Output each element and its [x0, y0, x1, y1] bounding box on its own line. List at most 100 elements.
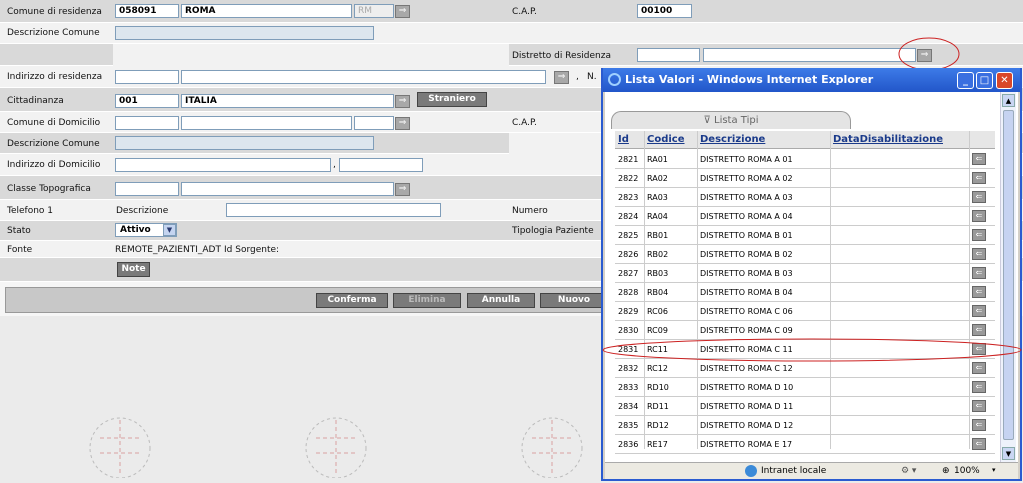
comma-sep: ,: [576, 72, 579, 82]
select-row-button[interactable]: ⇐: [972, 210, 986, 222]
cap-field[interactable]: 00100: [637, 4, 692, 18]
select-row-button[interactable]: ⇐: [972, 419, 986, 431]
citt-name-field[interactable]: ITALIA: [181, 94, 394, 108]
table-row[interactable]: 2824 RA04 DISTRETTO ROMA A 04 ⇐: [615, 207, 995, 226]
table-row[interactable]: 2836 RE17 DISTRETTO ROMA E 17 ⇐: [615, 435, 995, 454]
zoom-icon[interactable]: ⊕: [942, 466, 950, 476]
comma-sep-2: ,: [333, 160, 336, 170]
globe-icon: [745, 465, 757, 477]
note-button[interactable]: Note: [117, 262, 150, 277]
descr-comune-field: [115, 26, 374, 40]
table-row[interactable]: 2834 RD11 DISTRETTO ROMA D 11 ⇐: [615, 397, 995, 416]
select-row-button[interactable]: ⇐: [972, 400, 986, 412]
table-row[interactable]: 2833 RD10 DISTRETTO ROMA D 10 ⇐: [615, 378, 995, 397]
comune-name-field[interactable]: ROMA: [181, 4, 352, 18]
col-data-header[interactable]: DataDisabilitazione: [833, 134, 943, 150]
nuovo-button[interactable]: Nuovo: [540, 293, 608, 308]
cell-codice: RB01: [647, 231, 669, 240]
cell-descrizione: DISTRETTO ROMA A 02: [700, 174, 793, 183]
cell-codice: RD10: [647, 383, 669, 392]
table-row[interactable]: 2823 RA03 DISTRETTO ROMA A 03 ⇐: [615, 188, 995, 207]
table-row[interactable]: 2821 RA01 DISTRETTO ROMA A 01 ⇐: [615, 150, 995, 169]
classe-code-field[interactable]: [115, 182, 179, 196]
scroll-thumb[interactable]: [1003, 110, 1014, 440]
zoom-dropdown-icon[interactable]: ▾: [992, 466, 996, 474]
table-row[interactable]: 2828 RB04 DISTRETTO ROMA B 04 ⇐: [615, 283, 995, 302]
cell-id: 2823: [618, 193, 639, 202]
select-row-button[interactable]: ⇐: [972, 248, 986, 260]
select-row-button[interactable]: ⇐: [972, 191, 986, 203]
filter-icon: ⊽: [703, 115, 714, 126]
indirizzo-res-label: Indirizzo di residenza: [7, 72, 103, 82]
cell-codice: RC12: [647, 364, 668, 373]
cell-id: 2827: [618, 269, 639, 278]
select-row-button[interactable]: ⇐: [972, 286, 986, 298]
zoom-level[interactable]: 100%: [954, 466, 980, 476]
table-row[interactable]: 2829 RC06 DISTRETTO ROMA C 06 ⇐: [615, 302, 995, 321]
comune-code-field[interactable]: 058091: [115, 4, 179, 18]
indirizzo-lookup-button[interactable]: ⇒: [554, 71, 569, 84]
select-row-button[interactable]: ⇐: [972, 324, 986, 336]
indirizzo-tipo-field[interactable]: [115, 70, 179, 84]
select-row-button[interactable]: ⇐: [972, 153, 986, 165]
indirizzo-res-field[interactable]: [181, 70, 546, 84]
annulla-button[interactable]: Annulla: [467, 293, 535, 308]
tab-lista-tipi[interactable]: ⊽ Lista Tipi: [611, 111, 851, 129]
citt-code-field[interactable]: 001: [115, 94, 179, 108]
scroll-up-icon[interactable]: ▲: [1002, 94, 1015, 107]
cell-id: 2828: [618, 288, 639, 297]
cell-id: 2829: [618, 307, 639, 316]
indirizzo-dom-field[interactable]: [115, 158, 331, 172]
vertical-scrollbar[interactable]: ▲ ▼: [1000, 92, 1016, 462]
cell-codice: RB04: [647, 288, 669, 297]
dom-prov-field[interactable]: [354, 116, 394, 130]
elimina-button: Elimina: [393, 293, 461, 308]
col-codice-header[interactable]: Codice: [647, 134, 685, 150]
classe-name-field[interactable]: [181, 182, 394, 196]
civico-dom-field[interactable]: [339, 158, 423, 172]
cell-codice: RA03: [647, 193, 668, 202]
maximize-button[interactable]: □: [976, 72, 993, 89]
dom-lookup-button[interactable]: ⇒: [395, 117, 410, 130]
col-descrizione-header[interactable]: Descrizione: [700, 134, 765, 150]
select-row-button[interactable]: ⇐: [972, 267, 986, 279]
distretto-name-field[interactable]: [703, 48, 916, 62]
distretto-code-field[interactable]: [637, 48, 700, 62]
conferma-button[interactable]: Conferma: [316, 293, 388, 308]
telefono-descr-field[interactable]: [226, 203, 441, 217]
cell-codice: RB03: [647, 269, 669, 278]
table-row[interactable]: 2822 RA02 DISTRETTO ROMA A 02 ⇐: [615, 169, 995, 188]
table-row[interactable]: 2835 RD12 DISTRETTO ROMA D 12 ⇐: [615, 416, 995, 435]
dom-name-field[interactable]: [181, 116, 352, 130]
window-titlebar[interactable]: Lista Valori - Windows Internet Explorer…: [603, 68, 1020, 92]
cell-id: 2822: [618, 174, 639, 183]
select-row-button[interactable]: ⇐: [972, 172, 986, 184]
table-row[interactable]: 2826 RB02 DISTRETTO ROMA B 02 ⇐: [615, 245, 995, 264]
comune-lookup-button[interactable]: ⇒: [395, 5, 410, 18]
select-row-button[interactable]: ⇐: [972, 229, 986, 241]
select-row-button[interactable]: ⇐: [972, 381, 986, 393]
stato-label: Stato: [7, 226, 31, 236]
status-bar: Intranet locale ⚙ ▾ ⊕ 100% ▾: [605, 462, 1018, 479]
close-button[interactable]: ✕: [996, 72, 1013, 89]
col-id-header[interactable]: Id: [618, 134, 629, 150]
protected-mode-icon[interactable]: ⚙ ▾: [901, 466, 916, 476]
classe-lookup-button[interactable]: ⇒: [395, 183, 410, 196]
cell-id: 2830: [618, 326, 639, 335]
select-row-button[interactable]: ⇐: [972, 438, 986, 450]
cap2-label: C.A.P.: [512, 118, 537, 128]
table-row[interactable]: 2827 RB03 DISTRETTO ROMA B 03 ⇐: [615, 264, 995, 283]
citt-lookup-button[interactable]: ⇒: [395, 95, 410, 108]
distretto-label: Distretto di Residenza: [512, 51, 611, 61]
row-descrizione-comune: Descrizione Comune: [0, 23, 1023, 44]
select-row-button[interactable]: ⇐: [972, 305, 986, 317]
table-row[interactable]: 2825 RB01 DISTRETTO ROMA B 01 ⇐: [615, 226, 995, 245]
cell-codice: RA04: [647, 212, 668, 221]
straniero-button[interactable]: Straniero: [417, 92, 487, 107]
scroll-down-icon[interactable]: ▼: [1002, 447, 1015, 460]
chevron-down-icon[interactable]: ▼: [163, 224, 176, 236]
minimize-button[interactable]: _: [957, 72, 974, 89]
cell-codice: RA02: [647, 174, 668, 183]
watermark-logo-icon: [89, 417, 151, 478]
dom-code-field[interactable]: [115, 116, 179, 130]
